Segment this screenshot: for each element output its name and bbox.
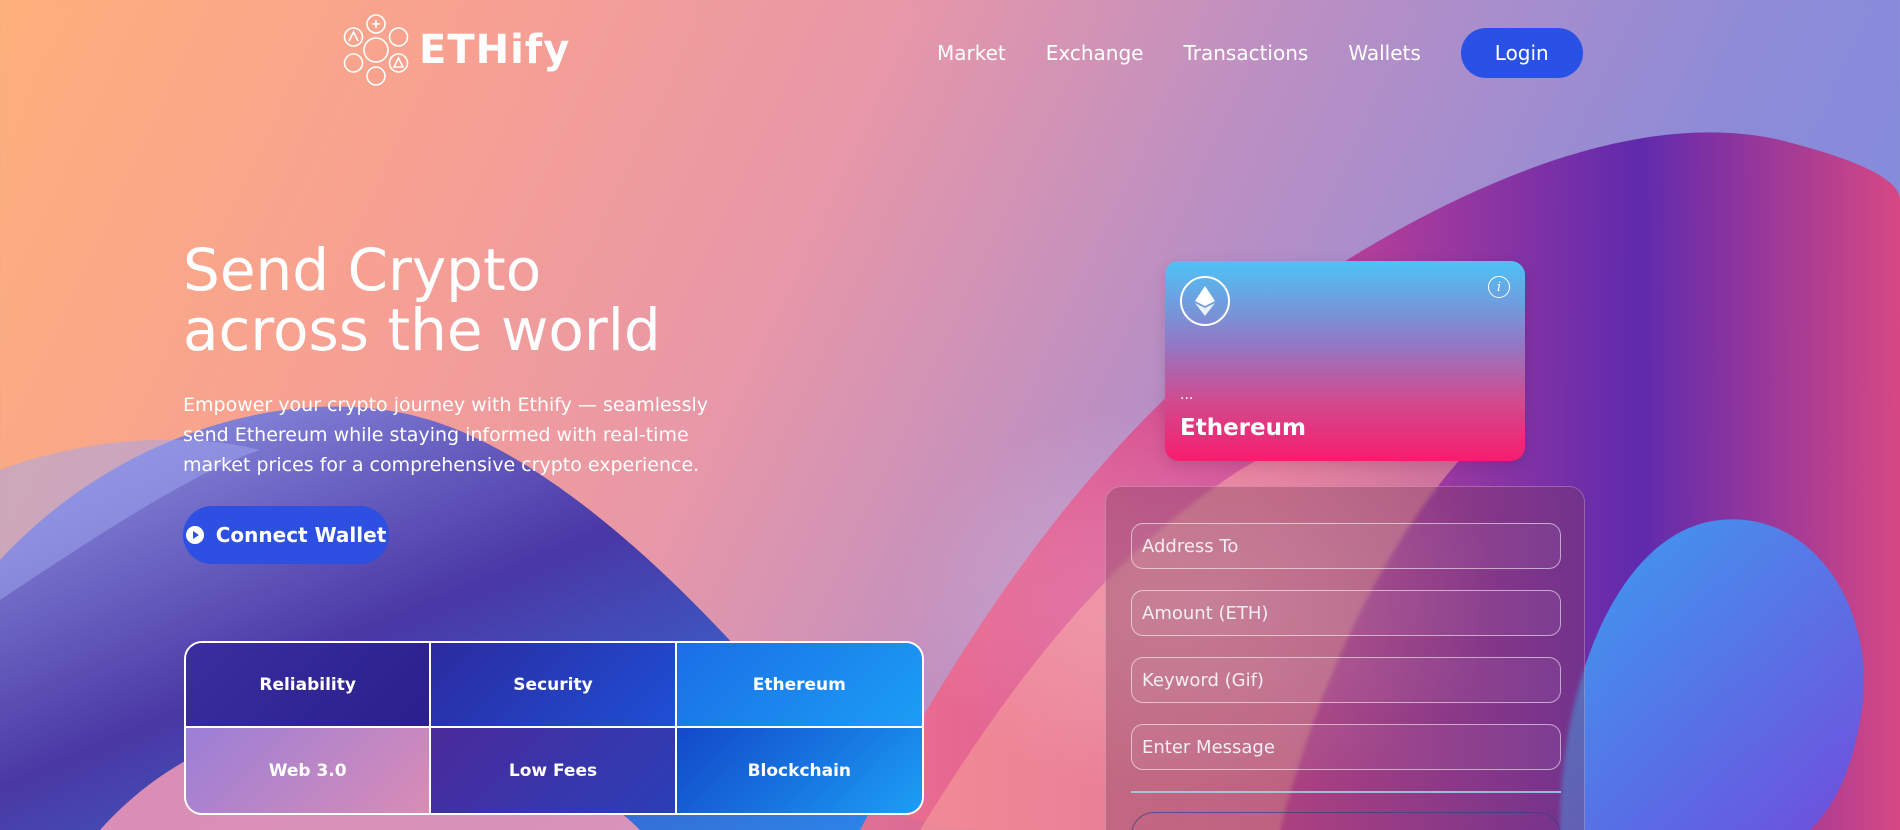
feature-web3: Web 3.0 (186, 728, 432, 813)
nav-transactions-link[interactable]: Transactions (1183, 28, 1308, 78)
hero-description: Empower your crypto journey with Ethify … (183, 394, 708, 476)
hero-title: Send Crypto across the world (183, 240, 743, 360)
wallet-address: ... (1180, 387, 1194, 403)
feature-low-fees: Low Fees (431, 728, 677, 813)
connect-wallet-button[interactable]: Connect Wallet (183, 506, 389, 564)
feature-blockchain: Blockchain (676, 728, 922, 813)
feature-reliability: Reliability (186, 643, 432, 728)
brand-name: ETHify (419, 27, 571, 73)
ethereum-card: i ... Ethereum (1165, 261, 1525, 461)
hero-title-line-1: Send Crypto (183, 236, 542, 304)
ethereum-icon (1180, 276, 1230, 326)
info-icon[interactable]: i (1488, 276, 1510, 298)
card-currency-name: Ethereum (1180, 415, 1306, 441)
brand-logo[interactable]: ETHify (339, 13, 570, 87)
main-nav: Market Exchange Transactions Wallets Log… (937, 28, 1583, 78)
send-button[interactable] (1131, 812, 1561, 830)
form-divider (1131, 791, 1561, 793)
feature-security: Security (431, 643, 677, 728)
nav-wallets-link[interactable]: Wallets (1348, 28, 1420, 78)
address-to-input[interactable] (1131, 523, 1561, 569)
send-form (1105, 486, 1585, 830)
hero-section: Send Crypto across the world Empower you… (183, 240, 743, 480)
top-navbar: ETHify Market Exchange Transactions Wall… (0, 0, 1900, 106)
nav-market-link[interactable]: Market (937, 28, 1006, 78)
play-icon (185, 526, 204, 544)
features-grid: Reliability Security Ethereum Web 3.0 Lo… (184, 641, 924, 815)
hero-title-line-2: across the world (183, 296, 661, 364)
nav-exchange-link[interactable]: Exchange (1046, 28, 1144, 78)
login-button[interactable]: Login (1460, 28, 1583, 78)
logo-mark-icon (343, 14, 409, 86)
keyword-input[interactable] (1131, 657, 1561, 703)
connect-wallet-label: Connect Wallet (215, 523, 387, 547)
message-input[interactable] (1131, 724, 1561, 770)
amount-input[interactable] (1131, 590, 1561, 636)
feature-ethereum: Ethereum (676, 643, 922, 728)
